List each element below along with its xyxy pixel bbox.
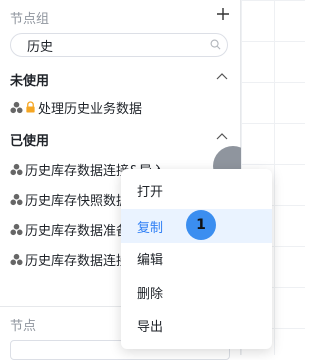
node-group-icon — [10, 193, 23, 205]
list-item-unused-0[interactable]: 处理历史业务数据 — [10, 97, 235, 117]
search-box[interactable] — [10, 33, 228, 57]
lock-icon — [26, 101, 35, 113]
search-icon[interactable] — [210, 39, 221, 50]
chevron-up-icon[interactable] — [216, 72, 228, 82]
menu-item-delete[interactable]: 删除 — [121, 275, 272, 309]
menu-item-export[interactable]: 导出 — [121, 308, 272, 342]
node-group-icon — [10, 101, 23, 113]
plus-icon — [217, 8, 229, 20]
list-item-label: 处理历史业务数据 — [38, 101, 143, 117]
chevron-up-icon[interactable] — [216, 132, 228, 142]
add-group-button[interactable] — [214, 4, 232, 24]
list-item-label: 历史库存数据准备 — [25, 223, 130, 239]
step-badge: 1 — [186, 210, 216, 240]
section-unused-label: 未使用 — [10, 74, 50, 89]
section-used-label: 已使用 — [10, 134, 50, 149]
list-item-label: 历史库存快照数据 — [25, 193, 130, 209]
panel-title: 节点组 — [10, 12, 50, 27]
node-group-icon — [10, 253, 23, 265]
nodes-section-title: 节点 — [10, 319, 37, 334]
search-input[interactable] — [27, 37, 197, 53]
list-item-label: 历史库存数据连接 — [25, 253, 130, 269]
node-group-icon — [10, 163, 23, 175]
node-group-icon — [10, 223, 23, 235]
context-menu: 打开 复制 编辑 删除 导出 — [121, 169, 272, 349]
menu-item-edit[interactable]: 编辑 — [121, 241, 272, 275]
menu-item-open[interactable]: 打开 — [121, 173, 272, 207]
